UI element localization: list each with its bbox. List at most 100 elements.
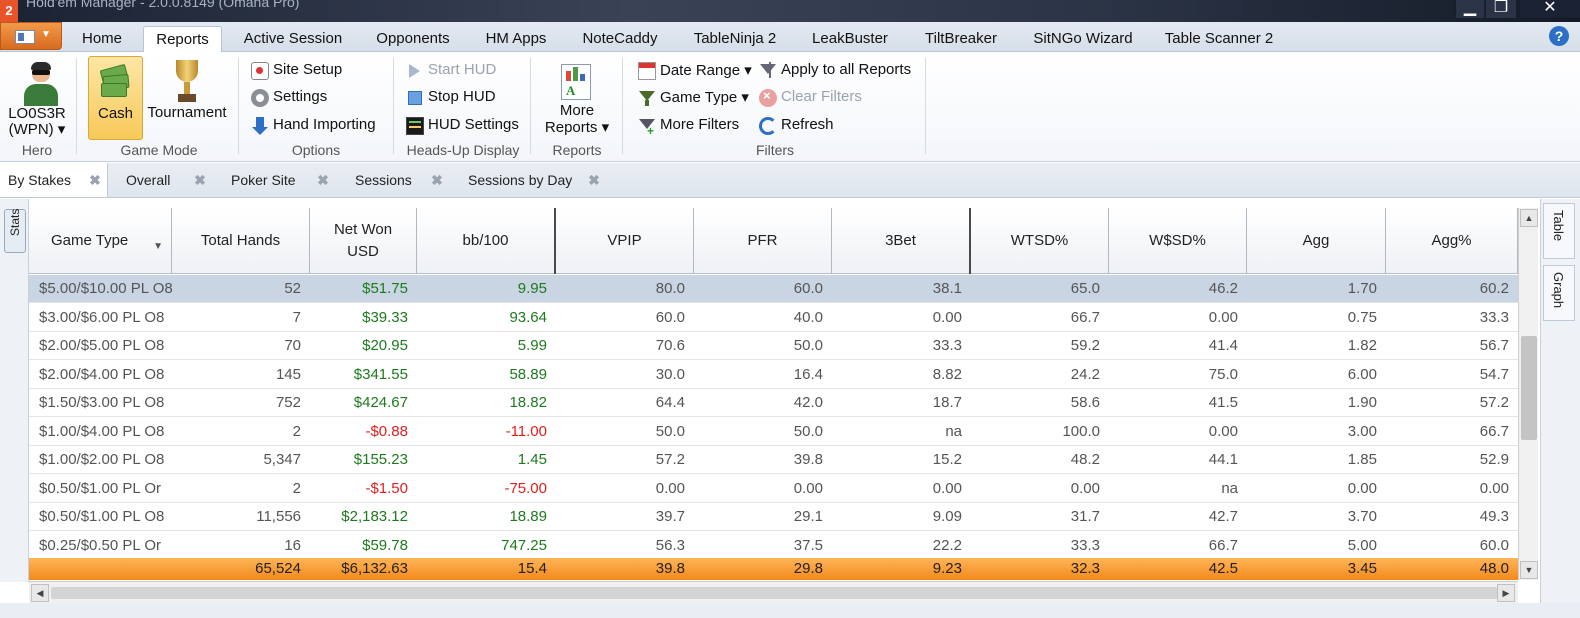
tab-hm-apps[interactable]: HM Apps	[474, 26, 558, 52]
refresh-button[interactable]: Refresh	[759, 116, 919, 136]
clear-filters-button[interactable]: × Clear Filters	[759, 88, 919, 108]
table-row[interactable]: $1.00/$4.00 PL O8 2 -$0.88 -11.00 50.0 50.0 na…	[29, 418, 1518, 446]
column-header-pfr[interactable]: PFR	[694, 208, 832, 274]
game-type-dropdown[interactable]: Game Type ▾	[638, 88, 750, 108]
column-header-agg[interactable]: Agg	[1247, 208, 1386, 274]
total-total-hands: 65,524	[255, 560, 301, 577]
application-menu-button[interactable]: ▼	[0, 22, 62, 50]
tab-table-scanner-2[interactable]: Table Scanner 2	[1156, 26, 1282, 52]
cell-total-hands: 2	[292, 422, 301, 440]
table-row[interactable]: $3.00/$6.00 PL O8 7 $39.33 93.64 60.0 40.0 0.0…	[29, 304, 1518, 332]
help-icon[interactable]: ?	[1549, 26, 1569, 46]
column-header-net-won-usd[interactable]: Net Won USD	[310, 208, 417, 274]
date-range-dropdown[interactable]: Date Range ▾	[638, 61, 752, 81]
vertical-scroll-thumb[interactable]	[1521, 336, 1537, 440]
app-logo: 2	[0, 0, 18, 22]
close-tab-icon[interactable]: ✖	[317, 173, 329, 187]
tab-opponents[interactable]: Opponents	[366, 26, 460, 52]
start-hud-button[interactable]: Start HUD	[406, 61, 516, 81]
column-header-bb-per-100[interactable]: bb/100	[417, 208, 556, 274]
column-header-agg-pct[interactable]: Agg%	[1386, 208, 1518, 274]
table-row[interactable]: $1.00/$2.00 PL O8 5,347 $155.23 1.45 57.2 39.…	[29, 446, 1518, 474]
close-tab-icon[interactable]: ✖	[89, 173, 101, 187]
tab-notecaddy[interactable]: NoteCaddy	[571, 26, 669, 52]
tab-sitngo-wizard[interactable]: SitNGo Wizard	[1022, 26, 1144, 52]
table-row[interactable]: $1.50/$3.00 PL O8 752 $424.67 18.82 64.4 42.0…	[29, 389, 1518, 417]
table-row[interactable]: $0.25/$0.50 PL Or 16 $59.78 747.25 56.3 37.5 2…	[29, 532, 1518, 560]
play-icon	[406, 62, 424, 80]
view-tab-poker-site[interactable]: Poker Site	[231, 163, 311, 197]
cell-wtsd: 24.2	[1070, 365, 1100, 383]
close-tab-icon[interactable]: ✖	[431, 173, 443, 187]
ribbon-tab-strip: ▼ Home Reports Active Session Opponents …	[0, 22, 1580, 53]
tab-active-session[interactable]: Active Session	[234, 26, 352, 52]
tab-tiltbreaker[interactable]: TiltBreaker	[912, 26, 1010, 52]
tournament-mode-button[interactable]: Tournament	[146, 56, 228, 140]
close-tab-icon[interactable]: ✖	[194, 173, 206, 187]
cell-wsd: 41.5	[1208, 394, 1238, 411]
tab-home[interactable]: Home	[70, 26, 134, 52]
graph-side-tab[interactable]: Graph	[1543, 265, 1575, 321]
close-button[interactable]: ✕	[1520, 0, 1580, 18]
maximize-button[interactable]: ❐	[1486, 0, 1516, 18]
column-header-label: PFR	[747, 232, 778, 249]
view-tab-overall[interactable]: Overall	[126, 163, 186, 197]
group-label-hud: Heads-Up Display	[406, 142, 520, 158]
more-reports-button[interactable]: A More Reports ▾	[542, 56, 612, 140]
column-header-vpip[interactable]: VPIP	[556, 208, 694, 274]
site-setup-button[interactable]: Site Setup	[251, 61, 381, 81]
cell-pfr: 50.0	[793, 422, 823, 440]
vertical-scrollbar[interactable]: ▲ ▼	[1518, 208, 1538, 580]
gear-icon	[251, 89, 269, 107]
tab-reports[interactable]: Reports	[143, 26, 222, 53]
cell-pfr: 16.4	[793, 365, 823, 383]
table-side-tab[interactable]: Table	[1543, 203, 1575, 259]
cell-3bet: 38.1	[932, 280, 962, 297]
sort-dropdown-icon[interactable]: ▼	[153, 236, 163, 258]
table-row[interactable]: $0.50/$1.00 PL O8 11,556 $2,183.12 18.89 39.…	[29, 503, 1518, 531]
cash-mode-button[interactable]: Cash	[88, 56, 143, 140]
table-row[interactable]: $5.00/$10.00 PL O8 52 $51.75 9.95 80.0 60.0 38…	[29, 275, 1518, 303]
total-bb-per-100: 15.4	[517, 560, 547, 577]
cell-agg: 6.00	[1347, 365, 1377, 383]
cell-game-type: $1.00/$2.00 PL O8	[39, 451, 165, 468]
tab-leakbuster[interactable]: LeakBuster	[801, 26, 899, 52]
refresh-label: Refresh	[781, 116, 834, 133]
column-header-unit: USD	[347, 243, 379, 260]
column-header-total-hands[interactable]: Total Hands	[172, 208, 310, 274]
tab-tableninja-2[interactable]: TableNinja 2	[682, 26, 788, 52]
more-filters-button[interactable]: + More Filters	[638, 116, 750, 137]
scroll-up-icon[interactable]: ▲	[1520, 209, 1538, 227]
minimize-button[interactable]: ▁	[1456, 0, 1484, 18]
hud-settings-button[interactable]: HUD Settings	[406, 116, 524, 136]
scroll-down-icon[interactable]: ▼	[1520, 561, 1538, 579]
stats-side-tab[interactable]: Stats	[4, 209, 26, 253]
cell-game-type: $1.50/$3.00 PL O8	[39, 394, 165, 411]
cell-vpip: 50.0	[655, 422, 685, 440]
apply-to-all-reports-button[interactable]: Apply to all Reports	[759, 61, 919, 81]
hero-selector-button[interactable]: LO0S3R (WPN) ▾	[4, 56, 70, 140]
cell-pfr: 0.00	[793, 479, 823, 497]
view-tab-sessions[interactable]: Sessions	[355, 163, 427, 197]
cell-pfr: 42.0	[793, 394, 823, 411]
table-row[interactable]: $2.00/$5.00 PL O8 70 $20.95 5.99 70.6 50.0 33.…	[29, 332, 1518, 360]
horizontal-scrollbar[interactable]: ◀ ▶	[29, 581, 1518, 603]
horizontal-scroll-thumb[interactable]	[51, 587, 1497, 599]
column-header-3bet[interactable]: 3Bet	[832, 208, 971, 274]
column-header-wtsd[interactable]: WTSD%	[971, 208, 1109, 274]
cell-agg: 1.85	[1347, 451, 1377, 468]
column-header-label: Agg%	[1431, 232, 1472, 249]
table-row[interactable]: $0.50/$1.00 PL Or 2 -$1.50 -75.00 0.00 0.00 0.…	[29, 475, 1518, 503]
view-tab-label: Sessions by Day	[468, 172, 573, 188]
close-tab-icon[interactable]: ✖	[588, 173, 600, 187]
view-tab-sessions-by-day[interactable]: Sessions by Day	[468, 163, 584, 197]
table-row[interactable]: $2.00/$4.00 PL O8 145 $341.55 58.89 30.0 16.4…	[29, 361, 1518, 389]
settings-button[interactable]: Settings	[251, 88, 381, 108]
hand-importing-button[interactable]: Hand Importing	[251, 116, 381, 136]
scroll-right-icon[interactable]: ▶	[1497, 584, 1515, 602]
stop-hud-button[interactable]: Stop HUD	[406, 88, 516, 108]
column-header-wsd[interactable]: W$SD%	[1109, 208, 1247, 274]
scroll-left-icon[interactable]: ◀	[31, 584, 49, 602]
cell-agg: 0.75	[1347, 308, 1377, 326]
column-header-game-type[interactable]: Game Type ▼	[29, 208, 172, 274]
